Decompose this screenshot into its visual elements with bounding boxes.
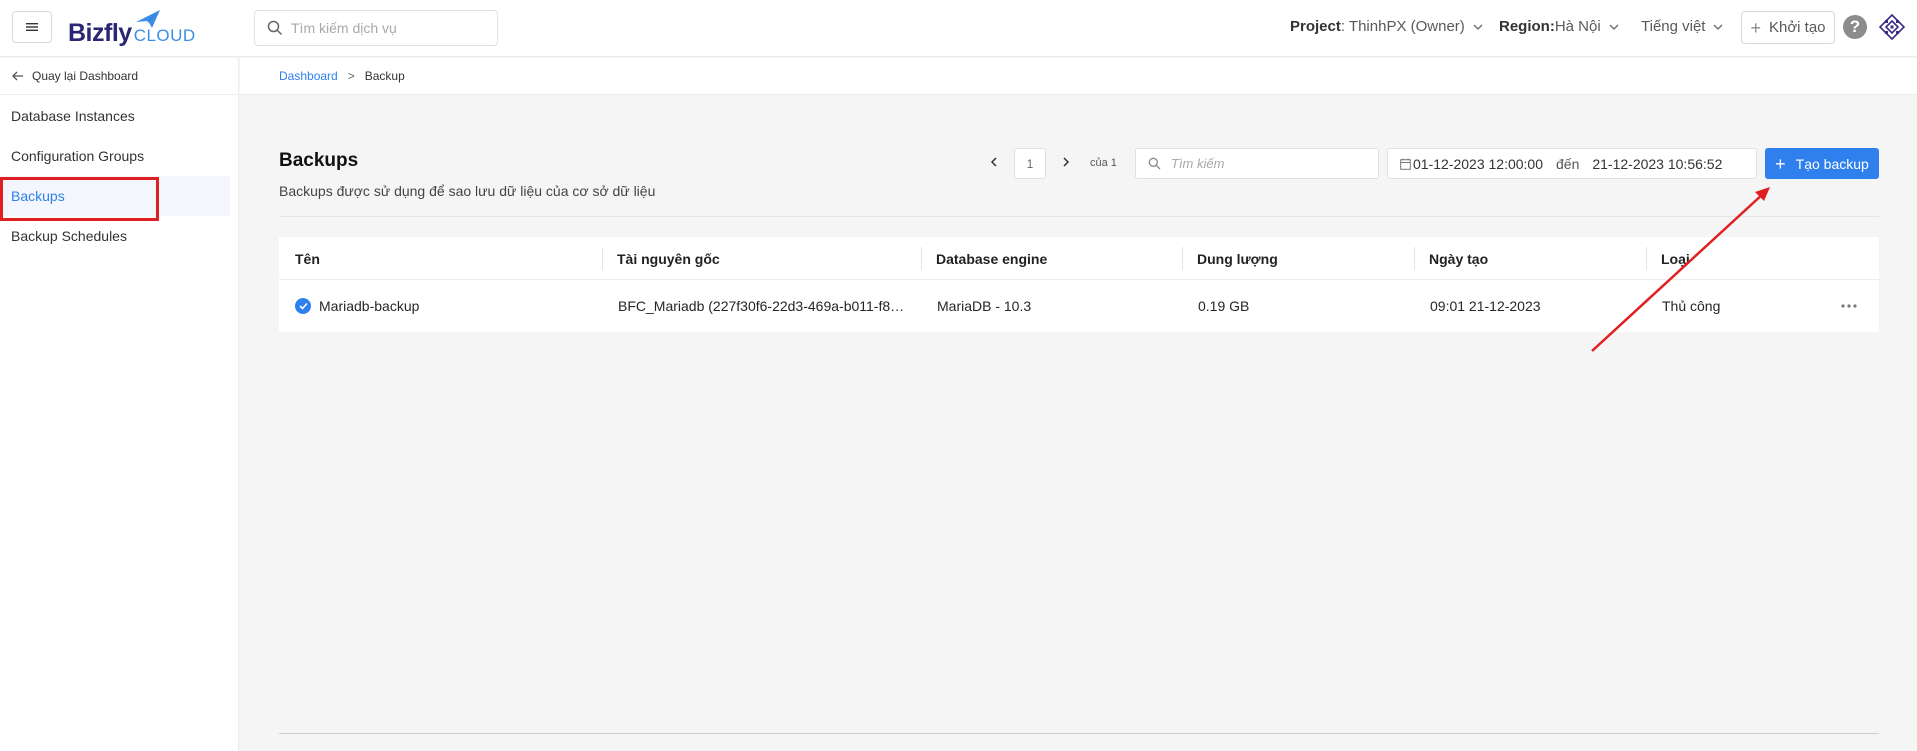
region-value: Hà Nội [1554,18,1601,35]
plus-icon: + [1750,17,1761,38]
sidebar-item-backup-schedules[interactable]: Backup Schedules [0,216,238,256]
plus-icon: + [1775,153,1786,174]
column-header-source[interactable]: Tài nguyên gốc [617,237,720,280]
back-to-dashboard-label: Quay lại Dashboard [32,69,139,83]
breadcrumb-separator: > [347,69,355,83]
date-from-value[interactable]: 01-12-2023 12:00:00 [1413,156,1543,172]
create-backup-label: Tạo backup [1795,155,1869,172]
backup-search-box[interactable] [1135,148,1379,179]
column-header-name[interactable]: Tên [295,237,320,280]
more-actions-icon[interactable] [1840,298,1858,314]
cell-source: BFC_Mariadb (227f30f6-22d3-469a-b011-f8… [618,298,905,314]
pager-prev-button[interactable] [986,154,1002,170]
date-to-label: đến [1556,155,1580,172]
create-backup-button[interactable]: + Tạo backup [1765,148,1879,179]
help-icon[interactable]: ? [1843,15,1867,39]
chevron-right-icon [1063,157,1070,167]
apps-grid-icon[interactable] [1879,14,1905,40]
sidebar-item-label: Backups [11,188,65,204]
hamburger-menu-button[interactable] [12,11,52,43]
chevron-down-icon [1609,24,1619,30]
status-success-icon [295,298,311,314]
cell-type: Thủ công [1662,298,1721,314]
search-icon [267,20,283,36]
project-label: Project [1290,18,1341,35]
sidebar: Quay lại Dashboard Database Instances Co… [0,58,239,751]
breadcrumb-current: Backup [364,69,405,83]
region-label: Region: [1499,18,1555,35]
service-search-input[interactable] [291,20,481,36]
page-title: Backups [279,150,359,171]
pager-total: của 1 [1090,157,1117,169]
sidebar-item-configuration-groups[interactable]: Configuration Groups [0,136,238,176]
column-divider [1646,247,1647,270]
project-selector[interactable]: Project : ThinhPX (Owner) [1290,18,1483,35]
arrow-left-icon [12,71,23,81]
bizfly-logo[interactable]: Bizfly CLOUD [68,10,196,46]
project-value: : ThinhPX (Owner) [1340,18,1465,35]
paper-plane-icon [136,10,160,28]
backup-search-input[interactable] [1171,156,1371,171]
sidebar-item-label: Backup Schedules [11,228,127,244]
pager-next-button[interactable] [1058,154,1074,170]
cell-size: 0.19 GB [1198,298,1250,314]
backup-name: Mariadb-backup [319,298,420,314]
date-to-value[interactable]: 21-12-2023 10:56:52 [1592,156,1722,172]
sidebar-item-label: Configuration Groups [11,148,145,164]
top-header: Bizfly CLOUD Project : ThinhPX (Owner) R… [0,0,1917,57]
chevron-down-icon [1473,24,1483,30]
column-header-engine[interactable]: Database engine [936,237,1047,280]
hamburger-icon [26,23,38,31]
column-divider [602,247,603,270]
cell-created: 09:01 21-12-2023 [1430,298,1541,314]
sidebar-item-database-instances[interactable]: Database Instances [0,96,238,136]
cell-engine: MariaDB - 10.3 [937,298,1032,314]
check-icon [298,302,308,310]
region-selector[interactable]: Region: Hà Nội [1499,18,1619,35]
page-subtitle: Backups được sử dụng để sao lưu dữ liệu … [279,183,656,199]
column-divider [1414,247,1415,270]
search-icon [1148,157,1161,170]
column-header-type[interactable]: Loại [1661,237,1690,280]
annotation-arrow [1591,187,1770,352]
column-header-size[interactable]: Dung lượng [1197,237,1278,280]
create-resource-button[interactable]: + Khởi tạo [1741,11,1835,44]
language-value: Tiếng việt [1641,18,1706,35]
calendar-icon [1400,158,1411,170]
backups-table: Tên Tài nguyên gốc Database engine Dung … [279,237,1879,332]
cell-name[interactable]: Mariadb-backup [295,280,419,332]
create-resource-label: Khởi tạo [1768,19,1826,36]
header-divider [279,216,1879,217]
date-range-picker[interactable]: 01-12-2023 12:00:00 đến 21-12-2023 10:56… [1387,148,1757,179]
chevron-down-icon [1714,24,1723,30]
service-search-box[interactable] [254,10,498,46]
back-to-dashboard-link[interactable]: Quay lại Dashboard [0,58,238,95]
language-selector[interactable]: Tiếng việt [1641,18,1723,35]
table-row[interactable]: Mariadb-backup BFC_Mariadb (227f30f6-22d… [279,280,1879,332]
column-divider [921,247,922,270]
column-divider [1182,247,1183,270]
table-header: Tên Tài nguyên gốc Database engine Dung … [279,237,1879,280]
sidebar-item-label: Database Instances [11,108,135,124]
breadcrumb-dashboard-link[interactable]: Dashboard [279,69,338,83]
column-header-created[interactable]: Ngày tạo [1429,237,1488,280]
logo-main-text: Bizfly [68,19,132,47]
chevron-left-icon [990,157,997,167]
pager-current-page[interactable]: 1 [1014,148,1046,179]
footer-divider [279,733,1879,734]
sidebar-item-backups[interactable]: Backups [0,176,230,221]
breadcrumb: Dashboard > Backup [240,58,1917,95]
